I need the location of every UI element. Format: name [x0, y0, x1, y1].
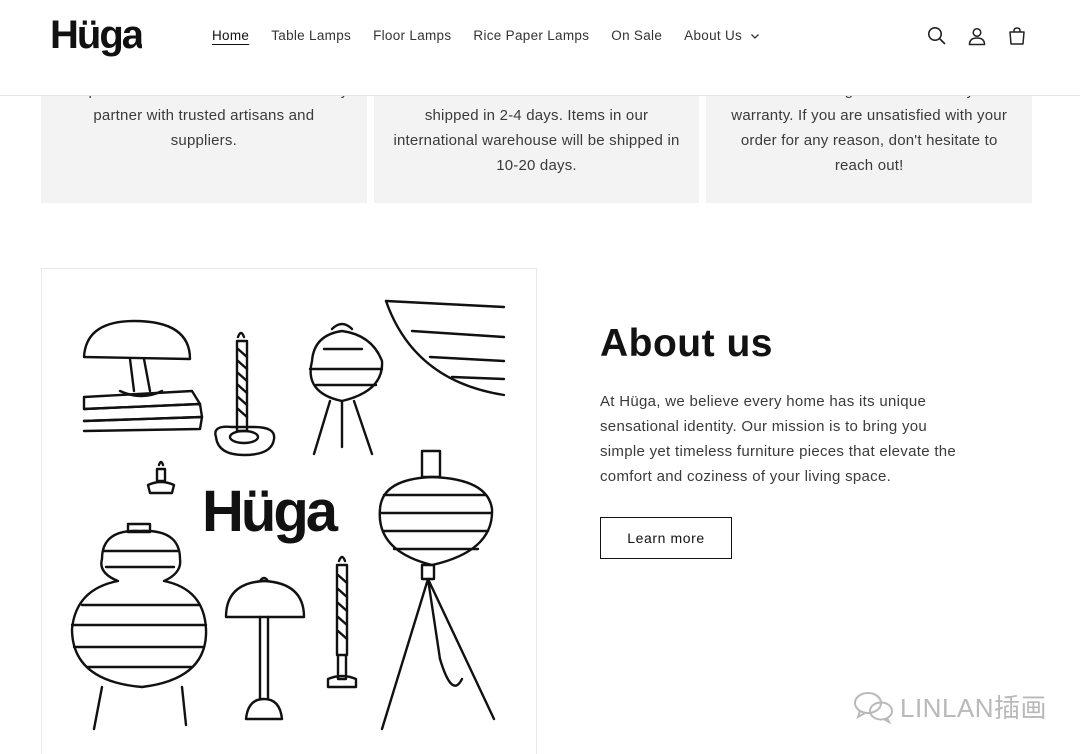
candle-drawing — [214, 331, 276, 457]
cart-icon[interactable] — [1006, 24, 1028, 48]
nav-about-us-label: About Us — [684, 28, 743, 43]
small-candle-drawing — [146, 460, 176, 495]
site-header: Hüga Home Table Lamps Floor Lamps Rice P… — [0, 0, 1080, 96]
svg-text:Hüga: Hüga — [50, 13, 142, 57]
dome-lamp-drawing — [224, 576, 306, 721]
bowl-shade-drawing — [384, 299, 506, 397]
about-title: About us — [600, 322, 773, 365]
learn-more-button[interactable]: Learn more — [600, 517, 732, 559]
illustration-logo: Hüga — [202, 479, 339, 544]
about-illustration: Hüga — [41, 268, 537, 754]
wechat-icon — [854, 691, 893, 724]
stacked-lamp-drawing — [70, 522, 208, 731]
nav-floor-lamps[interactable]: Floor Lamps — [373, 28, 451, 43]
tall-candle-drawing — [326, 555, 358, 689]
nav-about-us[interactable]: About Us — [684, 28, 760, 43]
nav-on-sale[interactable]: On Sale — [611, 28, 662, 43]
nav-table-lamps[interactable]: Table Lamps — [271, 28, 351, 43]
header-icons — [926, 24, 1028, 48]
main-nav: Home Table Lamps Floor Lamps Rice Paper … — [212, 28, 782, 43]
chevron-down-icon — [751, 33, 760, 39]
tripod-lamp-drawing — [308, 322, 384, 456]
about-description: At Hüga, we believe every home has its u… — [600, 393, 957, 485]
watermark: LINLAN插画 — [852, 688, 1047, 725]
search-icon[interactable] — [926, 24, 948, 48]
paper-lantern-floor-lamp-drawing — [378, 449, 496, 731]
nav-home[interactable]: Home — [212, 28, 249, 43]
account-icon[interactable] — [966, 24, 988, 48]
mushroom-lamp-drawing — [82, 319, 204, 433]
brand-logo[interactable]: Hüga — [50, 10, 147, 58]
nav-rice-paper-lamps[interactable]: Rice Paper Lamps — [473, 28, 589, 43]
watermark-text: LINLAN插画 — [900, 693, 1048, 723]
